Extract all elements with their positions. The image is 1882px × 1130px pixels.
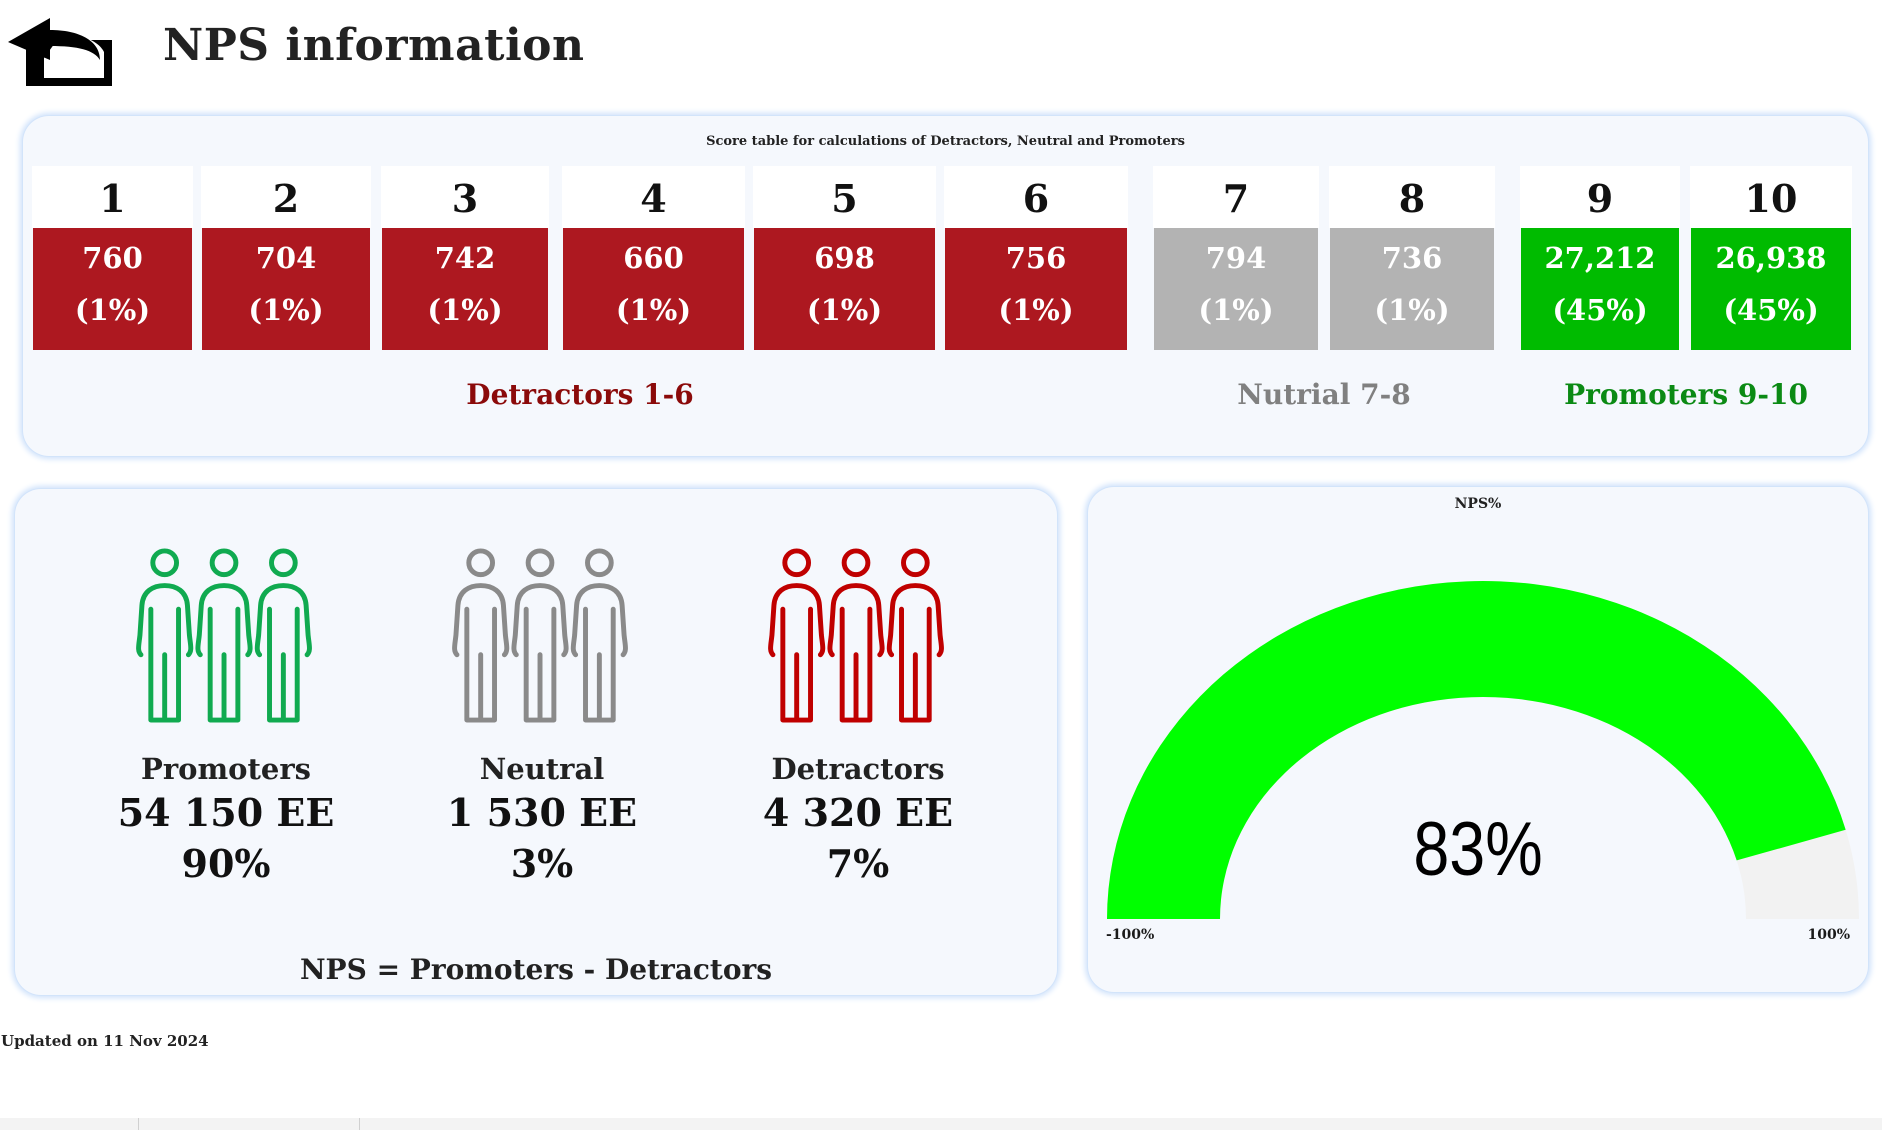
score-column-header: 6 bbox=[944, 166, 1128, 228]
gauge-value: 83% bbox=[1413, 807, 1543, 892]
score-percent: (1%) bbox=[998, 293, 1074, 327]
score-box-detractor: 698 (1%) bbox=[754, 228, 935, 350]
score-column-header: 8 bbox=[1329, 166, 1495, 228]
segment-promoters: Promoters 54 150 EE 90% bbox=[96, 544, 356, 886]
segment-percent: 7% bbox=[826, 841, 890, 886]
score-count: 736 bbox=[1381, 241, 1443, 275]
score-count: 756 bbox=[1005, 241, 1067, 275]
segment-percent: 3% bbox=[510, 841, 574, 886]
segment-detractors: Detractors 4 320 EE 7% bbox=[728, 544, 988, 886]
score-box-detractor: 756 (1%) bbox=[945, 228, 1127, 350]
score-count: 742 bbox=[434, 241, 496, 275]
score-column-header: 2 bbox=[201, 166, 371, 228]
page-title: NPS information bbox=[163, 20, 585, 71]
segment-label: Detractors bbox=[771, 752, 945, 786]
segment-count: 4 320 EE bbox=[762, 790, 954, 835]
score-table-card: Score table for calculations of Detracto… bbox=[23, 116, 1868, 456]
segment-label: Promoters bbox=[141, 752, 311, 786]
score-count: 660 bbox=[623, 241, 684, 275]
nps-gauge-card: NPS% 83% -100% 100% bbox=[1088, 487, 1868, 992]
score-number: 9 bbox=[1586, 176, 1614, 221]
score-count: 760 bbox=[82, 241, 143, 275]
segment-count: 54 150 EE bbox=[117, 790, 335, 835]
group-label-promoters: Promoters 9-10 bbox=[1564, 378, 1808, 411]
score-box-neutral: 794 (1%) bbox=[1154, 228, 1318, 350]
score-box-detractor: 760 (1%) bbox=[33, 228, 192, 350]
score-number: 5 bbox=[831, 176, 858, 221]
score-number: 3 bbox=[451, 176, 479, 221]
score-column-header: 7 bbox=[1153, 166, 1319, 228]
gauge-max-label: 100% bbox=[1807, 927, 1850, 943]
score-percent: (45%) bbox=[1723, 293, 1819, 327]
score-box-neutral: 736 (1%) bbox=[1330, 228, 1494, 350]
segment-count: 1 530 EE bbox=[446, 790, 638, 835]
score-number: 1 bbox=[99, 176, 126, 221]
gauge-min-label: -100% bbox=[1106, 927, 1155, 943]
score-column-header: 1 bbox=[32, 166, 193, 228]
bottom-bar bbox=[0, 1118, 1882, 1130]
score-box-detractor: 704 (1%) bbox=[202, 228, 370, 350]
updated-date: Updated on 11 Nov 2024 bbox=[1, 1032, 209, 1050]
score-count: 26,938 bbox=[1715, 241, 1827, 275]
score-box-detractor: 660 (1%) bbox=[563, 228, 744, 350]
score-box-promoter: 27,212 (45%) bbox=[1521, 228, 1679, 350]
score-column-header: 5 bbox=[753, 166, 936, 228]
bottom-bar-divider bbox=[359, 1118, 360, 1130]
people-group-icon bbox=[136, 548, 312, 723]
people-group-icon bbox=[768, 548, 944, 723]
group-label-neutral: Nutrial 7-8 bbox=[1237, 378, 1411, 411]
score-column-header: 9 bbox=[1520, 166, 1680, 228]
score-percent: (1%) bbox=[74, 293, 151, 327]
score-number: 10 bbox=[1744, 176, 1798, 221]
score-number: 6 bbox=[1022, 176, 1050, 221]
people-group-icon bbox=[452, 548, 628, 723]
segment-label: Neutral bbox=[479, 752, 605, 786]
score-column-header: 4 bbox=[562, 166, 745, 228]
score-count: 698 bbox=[814, 241, 875, 275]
score-percent: (1%) bbox=[427, 293, 503, 327]
bottom-bar-divider bbox=[138, 1118, 139, 1130]
segment-neutral: Neutral 1 530 EE 3% bbox=[412, 544, 672, 886]
score-count: 704 bbox=[255, 241, 317, 275]
score-percent: (1%) bbox=[615, 293, 692, 327]
score-percent: (1%) bbox=[806, 293, 883, 327]
score-number: 8 bbox=[1398, 176, 1426, 221]
reply-arrow-icon bbox=[8, 18, 112, 86]
score-table-title: Score table for calculations of Detracto… bbox=[706, 134, 1185, 149]
score-number: 4 bbox=[640, 176, 667, 221]
group-label-detractors: Detractors 1-6 bbox=[466, 378, 694, 411]
score-percent: (1%) bbox=[1374, 293, 1450, 327]
score-count: 27,212 bbox=[1544, 241, 1656, 275]
back-button[interactable] bbox=[8, 18, 116, 86]
score-percent: (45%) bbox=[1552, 293, 1648, 327]
segment-percent: 90% bbox=[181, 841, 271, 886]
score-box-detractor: 742 (1%) bbox=[382, 228, 548, 350]
gauge-chart bbox=[1107, 580, 1859, 919]
score-percent: (1%) bbox=[248, 293, 324, 327]
score-number: 2 bbox=[272, 176, 300, 221]
score-column-header: 10 bbox=[1690, 166, 1852, 228]
score-number: 7 bbox=[1222, 176, 1250, 221]
score-column-header: 3 bbox=[381, 166, 549, 228]
score-box-promoter: 26,938 (45%) bbox=[1691, 228, 1851, 350]
score-percent: (1%) bbox=[1198, 293, 1274, 327]
score-count: 794 bbox=[1205, 241, 1267, 275]
nps-formula: NPS = Promoters - Detractors bbox=[299, 953, 773, 986]
segments-card: Promoters 54 150 EE 90% Neutral 1 530 EE 3% De… bbox=[15, 489, 1057, 995]
